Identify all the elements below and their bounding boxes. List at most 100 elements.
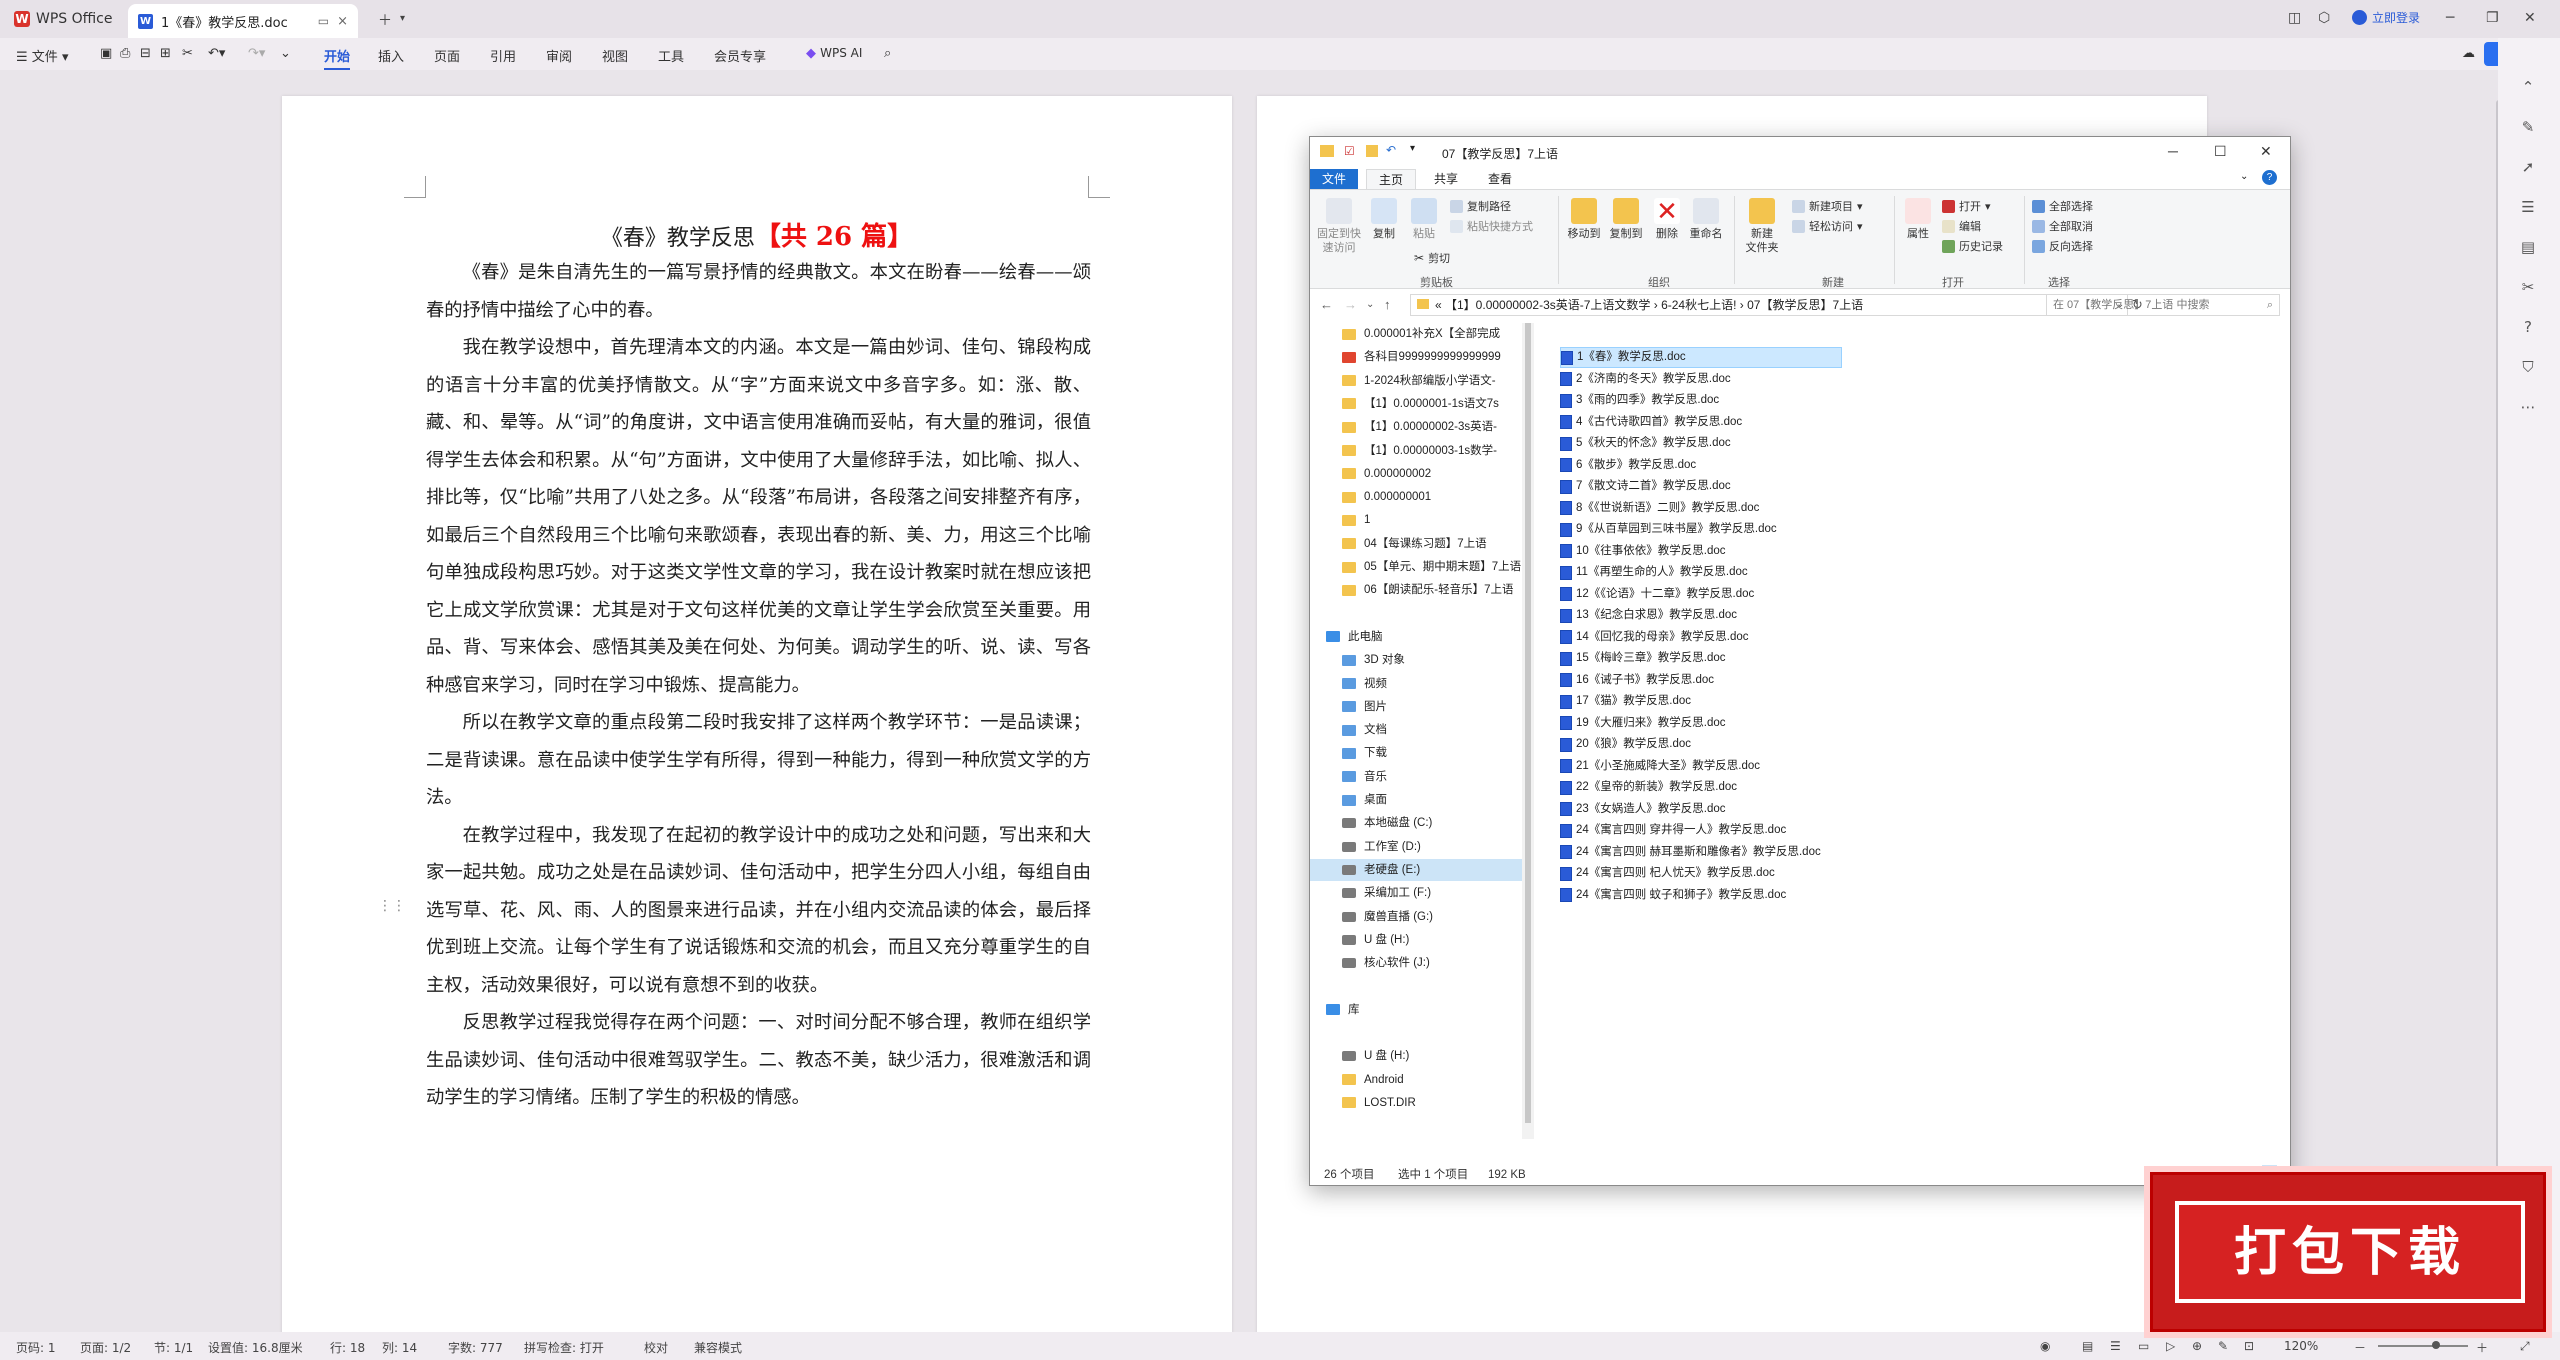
file-explorer-window[interactable]: ☑ ↶ ▾ 07【教学反思】7上语 ─ ☐ ✕ 文件 主页 共享 查看 ⌄ ? … [1309, 136, 2291, 1186]
help-icon[interactable]: ? [2262, 170, 2277, 185]
file-item[interactable]: 8《《世说新语》二则》教学反思.doc [1560, 498, 1960, 519]
paste-shortcut-button[interactable]: 粘贴快捷方式 [1450, 218, 1533, 234]
wps-logo[interactable]: W WPS Office [14, 9, 113, 29]
nav-item[interactable]: 工作室 (D:) [1310, 836, 1522, 858]
document-page-1[interactable]: 《春》教学反思【共 26 篇】 《春》是朱自清先生的一篇写景抒情的经典散文。本文… [282, 96, 1232, 1336]
nav-item[interactable]: 3D 对象 [1310, 649, 1522, 671]
web-view-icon[interactable]: ⊕ [2192, 1339, 2202, 1353]
nav-scrollbar[interactable] [1522, 323, 1534, 1139]
path-input[interactable]: « 【1】0.00000002-3s英语-7上语文数学 › 6-24秋七上语! … [1410, 294, 2128, 316]
file-item[interactable]: 23《女娲造人》教学反思.doc [1560, 799, 1960, 820]
nav-item[interactable]: 库 [1310, 999, 1522, 1021]
cube-icon[interactable]: ⬡ [2318, 10, 2330, 26]
play-icon[interactable]: ▷ [2166, 1339, 2175, 1353]
forward-icon[interactable]: → [1344, 297, 1357, 312]
undo-icon[interactable]: ↶▾ [208, 46, 225, 61]
cut-button[interactable]: ✂ 剪切 [1414, 250, 1450, 266]
file-item[interactable]: 15《梅岭三章》教学反思.doc [1560, 648, 1960, 669]
edit-button[interactable]: 编辑 [1942, 218, 1981, 234]
menu-review[interactable]: 审阅 [546, 46, 572, 65]
menu-file[interactable]: ☰ 文件 ▾ [16, 46, 68, 65]
nav-item[interactable]: 本地磁盘 (C:) [1310, 812, 1522, 834]
tab-file[interactable]: 文件 [1310, 169, 1359, 189]
save-icon[interactable]: ▣ [100, 46, 112, 61]
copy-button[interactable]: 复制 [1366, 198, 1402, 241]
nav-item[interactable]: 04【每课练习题】7上语 [1310, 533, 1522, 555]
menu-tools[interactable]: 工具 [658, 46, 684, 65]
print-preview-icon[interactable]: ⊞ [160, 46, 171, 61]
file-item[interactable]: 5《秋天的怀念》教学反思.doc [1560, 433, 1960, 454]
nav-item[interactable]: 05【单元、期中期末题】7上语 [1310, 556, 1522, 578]
fullscreen-icon[interactable]: ⤢ [2520, 1339, 2530, 1354]
invert-selection-button[interactable]: 反向选择 [2032, 238, 2093, 254]
redo-icon[interactable]: ↷▾ [248, 46, 265, 61]
tab-share[interactable]: 共享 [1422, 169, 1470, 189]
export-pdf-icon[interactable]: ⎙ [120, 46, 130, 61]
easy-access-button[interactable]: 轻松访问 ▾ [1792, 218, 1863, 234]
file-item[interactable]: 14《回忆我的母亲》教学反思.doc [1560, 627, 1960, 648]
file-item[interactable]: 21《小圣施威降大圣》教学反思.doc [1560, 756, 1960, 777]
outline-icon[interactable]: ☰ [2110, 1339, 2121, 1353]
file-item[interactable]: 9《从百草园到三味书屋》教学反思.doc [1560, 519, 1960, 540]
file-item[interactable]: 2《济南的冬天》教学反思.doc [1560, 369, 1960, 390]
nav-item[interactable]: 0.000000001 [1310, 486, 1522, 508]
file-item[interactable]: 10《往事依依》教学反思.doc [1560, 541, 1960, 562]
new-folder-qa-icon[interactable] [1366, 145, 1378, 157]
help-icon[interactable]: ? [2518, 318, 2538, 338]
tools-icon[interactable]: ✂ [2518, 278, 2538, 298]
nav-item[interactable]: U 盘 (H:) [1310, 1045, 1522, 1067]
file-item[interactable]: 4《古代诗歌四首》教学反思.doc [1560, 412, 1960, 433]
pen-view-icon[interactable]: ✎ [2218, 1339, 2228, 1353]
rename-button[interactable]: 重命名 [1686, 198, 1726, 241]
menu-member[interactable]: 会员专享 [714, 46, 766, 65]
layout-icon[interactable]: ◫ [2288, 10, 2301, 26]
menu-view[interactable]: 视图 [602, 46, 628, 65]
file-item[interactable]: 22《皇帝的新装》教学反思.doc [1560, 777, 1960, 798]
new-item-button[interactable]: 新建项目 ▾ [1792, 198, 1863, 214]
file-item[interactable]: 16《诫子书》教学反思.doc [1560, 670, 1960, 691]
move-to-button[interactable]: 移动到 [1564, 198, 1604, 241]
nav-item[interactable]: 魔兽直播 (G:) [1310, 906, 1522, 928]
nav-item[interactable]: 文档 [1310, 719, 1522, 741]
nav-scrollbar-thumb[interactable] [1525, 323, 1531, 1123]
file-item[interactable]: 11《再塑生命的人》教学反思.doc [1560, 562, 1960, 583]
menu-home[interactable]: 开始 [324, 46, 351, 70]
file-item[interactable]: 19《大雁归来》教学反思.doc [1560, 713, 1960, 734]
back-icon[interactable]: ← [1320, 297, 1333, 312]
login-button[interactable]: 立即登录 [2352, 9, 2420, 26]
file-item[interactable]: 24《寓言四则 蚊子和狮子》教学反思.doc [1560, 885, 1960, 906]
copy-path-button[interactable]: 复制路径 [1450, 198, 1511, 214]
monitor-icon[interactable]: ▭ [318, 14, 329, 28]
wps-ai-button[interactable]: ◆ WPS AI [806, 46, 862, 61]
nav-item[interactable]: 【1】0.0000001-1s语文7s [1310, 393, 1522, 415]
tab-home[interactable]: 主页 [1366, 169, 1417, 189]
nav-item[interactable]: 1 [1310, 509, 1522, 531]
document-tab[interactable]: W 1《春》教学反思.doc ▭ × [128, 4, 358, 38]
up-icon[interactable]: ↑ [1384, 297, 1391, 312]
paste-button[interactable]: 粘贴 [1406, 198, 1442, 241]
search-icon[interactable]: ⌕ [884, 46, 891, 61]
nav-item[interactable]: 0.000000002 [1310, 463, 1522, 485]
file-item[interactable]: 24《寓言四则 穿井得一人》教学反思.doc [1560, 820, 1960, 841]
nav-item[interactable]: 图片 [1310, 696, 1522, 718]
customize-qa-icon[interactable]: ▾ [1410, 143, 1415, 154]
minimize-icon[interactable]: ─ [2446, 10, 2454, 26]
zoom-level[interactable]: 120% [2284, 1339, 2318, 1353]
nav-item[interactable]: 各科目9999999999999999 [1310, 346, 1522, 368]
nav-item[interactable]: 核心软件 (J:) [1310, 952, 1522, 974]
properties-qa-icon[interactable]: ☑ [1344, 144, 1355, 158]
file-item[interactable]: 24《寓言四则 赫耳墨斯和雕像者》教学反思.doc [1560, 842, 1960, 863]
pin-quick-access-button[interactable]: 固定到快 速访问 [1316, 198, 1362, 255]
recent-chevron-icon[interactable]: ⌄ [1366, 299, 1374, 310]
nav-item[interactable]: 此电脑 [1310, 626, 1522, 648]
nav-item[interactable]: Android [1310, 1069, 1522, 1091]
translate-icon[interactable]: ▤ [2518, 238, 2538, 258]
file-item[interactable]: 13《纪念白求恩》教学反思.doc [1560, 605, 1960, 626]
collapse-icon[interactable]: ⌃ [2518, 78, 2538, 98]
maximize-icon[interactable]: ☐ [2214, 143, 2227, 160]
print-icon[interactable]: ⊟ [140, 46, 151, 61]
settings-sliders-icon[interactable]: ☰ [2518, 198, 2538, 218]
close-window-icon[interactable]: ✕ [2524, 10, 2536, 26]
pen-icon[interactable]: ✎ [2518, 118, 2538, 138]
zoom-out-icon[interactable]: － [2354, 1339, 2366, 1356]
